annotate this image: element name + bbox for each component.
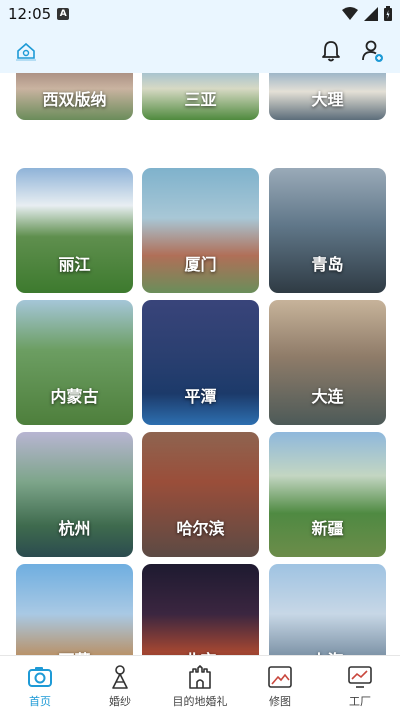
signal-icon	[364, 6, 378, 21]
status-time: 12:05	[8, 5, 52, 23]
destination-photo	[142, 564, 259, 655]
destination-label: 哈尔滨	[176, 519, 225, 538]
bell-icon[interactable]	[318, 38, 344, 64]
destination-label: 西藏	[16, 647, 133, 655]
nav-home[interactable]: 首页	[0, 656, 80, 711]
destination-card[interactable]: 上海	[269, 564, 386, 655]
camera-icon	[27, 664, 53, 690]
destination-card[interactable]: 大连	[269, 300, 386, 425]
destination-label: 新疆	[311, 519, 344, 538]
castle-icon	[187, 664, 213, 690]
destination-card[interactable]: 青岛	[269, 168, 386, 293]
nav-label: 首页	[29, 695, 51, 708]
nav-factory[interactable]: 工厂	[320, 656, 400, 711]
destination-label: 大连	[311, 387, 344, 406]
destination-card[interactable]: 杭州	[16, 432, 133, 557]
battery-icon	[384, 6, 392, 21]
destination-label: 大理	[311, 90, 344, 109]
destination-label: 北京	[142, 647, 259, 655]
app-header	[0, 28, 400, 73]
destination-card[interactable]: 三亚	[142, 73, 259, 120]
destination-card[interactable]: 丽江	[16, 168, 133, 293]
destination-label: 厦门	[184, 255, 217, 274]
destination-card[interactable]: 西藏	[16, 564, 133, 655]
bride-icon	[107, 664, 133, 690]
nav-label: 修图	[269, 695, 291, 708]
nav-label: 婚纱	[109, 695, 131, 708]
destination-card[interactable]: 西双版纳	[16, 73, 133, 120]
destination-label: 西双版纳	[42, 90, 107, 109]
destination-card[interactable]: 厦门	[142, 168, 259, 293]
destination-photo	[16, 564, 133, 655]
notification-badge: A	[57, 8, 70, 20]
nav-destination-wedding[interactable]: 目的地婚礼	[160, 656, 240, 711]
destination-label: 三亚	[184, 90, 217, 109]
destination-photo	[269, 564, 386, 655]
status-icons	[342, 6, 392, 21]
logo-icon	[12, 39, 40, 63]
destination-card[interactable]: 内蒙古	[16, 300, 133, 425]
nav-label: 工厂	[349, 695, 371, 708]
destination-card[interactable]: 大理	[269, 73, 386, 120]
destination-label: 杭州	[58, 519, 91, 538]
destination-card[interactable]: 平潭	[142, 300, 259, 425]
destination-grid[interactable]: 西双版纳 三亚 大理丽江 厦门 青岛内蒙古 平潭 大连杭州 哈尔滨 新疆西藏 北京 上海	[0, 73, 400, 655]
destination-label: 内蒙古	[50, 387, 99, 406]
nav-photo-edit[interactable]: 修图	[240, 656, 320, 711]
destination-label: 上海	[269, 647, 386, 655]
wifi-icon	[342, 6, 358, 20]
destination-label: 丽江	[58, 255, 91, 274]
nav-label: 目的地婚礼	[172, 695, 228, 708]
bottom-nav: 首页 婚纱 目的地婚礼 修图 工厂	[0, 655, 400, 711]
destination-label: 平潭	[184, 387, 217, 406]
photo-edit-icon	[267, 664, 293, 690]
destination-card[interactable]: 北京	[142, 564, 259, 655]
destination-card[interactable]: 哈尔滨	[142, 432, 259, 557]
status-bar: 12:05 A	[0, 0, 400, 28]
nav-wedding-dress[interactable]: 婚纱	[80, 656, 160, 711]
destination-card[interactable]: 新疆	[269, 432, 386, 557]
destination-label: 青岛	[311, 255, 344, 274]
user-add-icon[interactable]	[360, 38, 386, 64]
monitor-icon	[347, 664, 373, 690]
